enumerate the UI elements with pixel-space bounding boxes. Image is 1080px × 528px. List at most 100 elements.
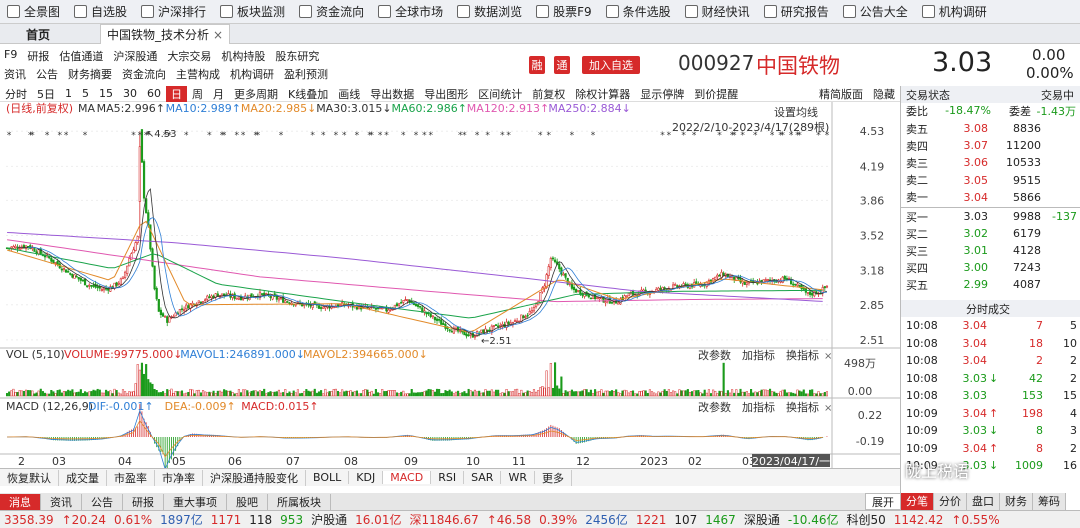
volume-bar	[522, 392, 525, 397]
period-item[interactable]: 1	[60, 87, 77, 100]
info-tab[interactable]: 消息	[0, 493, 41, 510]
period-item[interactable]: 5	[77, 87, 94, 100]
volume-bar	[760, 389, 763, 397]
period-item[interactable]: 15	[94, 87, 118, 100]
menu-item[interactable]: 资讯	[4, 66, 26, 82]
indicator-tab[interactable]: KDJ	[349, 471, 384, 484]
status-item: 1171	[210, 512, 242, 527]
menu-item[interactable]: 研报	[27, 48, 49, 64]
period-item[interactable]: 到价提醒	[689, 86, 743, 102]
info-tabs: 消息 资讯 公告 研报 重大事项 股吧 所属板块	[0, 493, 900, 510]
add-watchlist-button[interactable]: 加入自选	[582, 56, 640, 74]
indicator-tab[interactable]: WR	[501, 471, 535, 484]
menu-item[interactable]: 股东研究	[275, 48, 319, 64]
period-item[interactable]: 月	[208, 86, 229, 102]
toolbar-item[interactable]: 全景图	[0, 0, 67, 23]
volume-bar	[10, 390, 13, 397]
min-price-label: ←2.51	[481, 336, 512, 347]
candle	[528, 307, 531, 316]
right-tab[interactable]: 筹码	[1033, 493, 1066, 510]
menu-item[interactable]: 机构持股	[221, 48, 265, 64]
candle	[29, 243, 32, 250]
tab-home[interactable]: 首页	[26, 26, 50, 43]
margin-trading-button[interactable]: 融	[529, 56, 545, 74]
period-item[interactable]: 区间统计	[473, 86, 527, 102]
toolbar-item-label: 股票F9	[553, 5, 592, 19]
toolbar-item[interactable]: 机构调研	[915, 0, 994, 23]
period-item[interactable]: 日	[166, 85, 187, 102]
connect-button[interactable]: 通	[554, 56, 570, 74]
toolbar-item[interactable]: 板块监测	[213, 0, 292, 23]
period-item[interactable]: 精简版面	[814, 86, 868, 102]
period-item[interactable]: 30	[118, 87, 142, 100]
period-item[interactable]: 周	[187, 86, 208, 102]
indicator-tab[interactable]: 成交量	[59, 469, 107, 486]
right-tab[interactable]: 分笔	[901, 493, 934, 510]
menu-item[interactable]: 公告	[36, 66, 58, 82]
indicator-tab[interactable]: MACD	[383, 471, 432, 484]
period-item[interactable]: K线叠加	[283, 86, 333, 102]
candle	[400, 299, 403, 304]
toolbar-item[interactable]: 自选股	[67, 0, 134, 23]
period-item[interactable]: 分时	[0, 86, 32, 102]
period-item[interactable]: 隐藏	[868, 86, 900, 102]
menu-item[interactable]: 主营构成	[176, 66, 220, 82]
period-item[interactable]: 更多周期	[229, 86, 283, 102]
right-tab[interactable]: 分价	[934, 493, 967, 510]
toolbar-item[interactable]: 研究报告	[757, 0, 836, 23]
period-item[interactable]: 导出数据	[365, 86, 419, 102]
info-tab[interactable]: 重大事项	[164, 493, 227, 510]
right-tab[interactable]: 盘口	[967, 493, 1000, 510]
indicator-tab[interactable]: 更多	[535, 469, 572, 486]
tab-stock-analysis[interactable]: 中国铁物_技术分析 ×	[100, 24, 230, 44]
tick-volume: 7	[1036, 319, 1043, 332]
info-tab[interactable]: 所属板块	[268, 493, 331, 510]
toolbar-item[interactable]: 股票F9	[529, 0, 599, 23]
toolbar-item[interactable]: 沪深排行	[134, 0, 213, 23]
period-item[interactable]: 除权计算器	[570, 86, 635, 102]
menu-item[interactable]: 资金流向	[122, 66, 166, 82]
close-icon[interactable]: ×	[213, 28, 223, 42]
period-item[interactable]: 显示停牌	[635, 86, 689, 102]
indicator-tab[interactable]: 沪深股通持股变化	[203, 469, 306, 486]
menu-item[interactable]: 估值通道	[59, 48, 103, 64]
period-item[interactable]: 画线	[333, 86, 365, 102]
volume-bar	[520, 389, 523, 397]
period-item[interactable]: 导出图形	[419, 86, 473, 102]
toolbar-item[interactable]: 条件选股	[599, 0, 678, 23]
indicator-tab[interactable]: 市净率	[155, 469, 203, 486]
menu-item[interactable]: 大宗交易	[167, 48, 211, 64]
menu-item[interactable]: 盈利预测	[284, 66, 328, 82]
menu-item[interactable]: 机构调研	[230, 66, 274, 82]
toolbar-item[interactable]: 公告大全	[836, 0, 915, 23]
toolbar-item[interactable]: 财经快讯	[678, 0, 757, 23]
period-item[interactable]: 前复权	[527, 86, 570, 102]
expand-button[interactable]: 展开	[865, 493, 901, 510]
volume-bar	[307, 390, 310, 397]
indicator-tab[interactable]: SAR	[464, 471, 502, 484]
indicator-tab[interactable]: 市盈率	[107, 469, 155, 486]
period-item[interactable]: 60	[142, 87, 166, 100]
indicator-tab[interactable]: BOLL	[306, 471, 350, 484]
volume-bar	[650, 391, 654, 397]
tab-stock-label: 中国铁物_技术分析	[107, 28, 210, 42]
menu-item[interactable]: 财务摘要	[68, 66, 112, 82]
volume-bar	[330, 391, 333, 397]
toolbar-item[interactable]: 资金流向	[292, 0, 371, 23]
chart-area[interactable]: * ** * * * * * * ** * * * * ** * * ** * * * * * * ** * * * * * * * * * * *…	[0, 102, 900, 468]
toolbar-item[interactable]: 全球市场	[371, 0, 450, 23]
top-toolbar: 全景图 自选股 沪深排行 板块监测 资金流向 全球市场 数据浏览 股票F9 条件选股 财经快讯 研究…	[0, 0, 1080, 24]
toolbar-item[interactable]: 数据浏览	[450, 0, 529, 23]
right-tab[interactable]: 财务	[1000, 493, 1033, 510]
indicator-tab[interactable]: RSI	[431, 471, 465, 484]
info-tab[interactable]: 公告	[82, 493, 123, 510]
volume-bar	[589, 389, 592, 397]
menu-item[interactable]: F9	[4, 48, 17, 64]
menu-item[interactable]: 沪深股通	[113, 48, 157, 64]
info-tab[interactable]: 研报	[123, 493, 164, 510]
info-tab[interactable]: 股吧	[227, 493, 268, 510]
info-tab[interactable]: 资讯	[41, 493, 82, 510]
tick-volume: 2	[1036, 354, 1043, 367]
period-item[interactable]: 5日	[32, 86, 60, 102]
indicator-tab[interactable]: 恢复默认	[0, 469, 59, 486]
